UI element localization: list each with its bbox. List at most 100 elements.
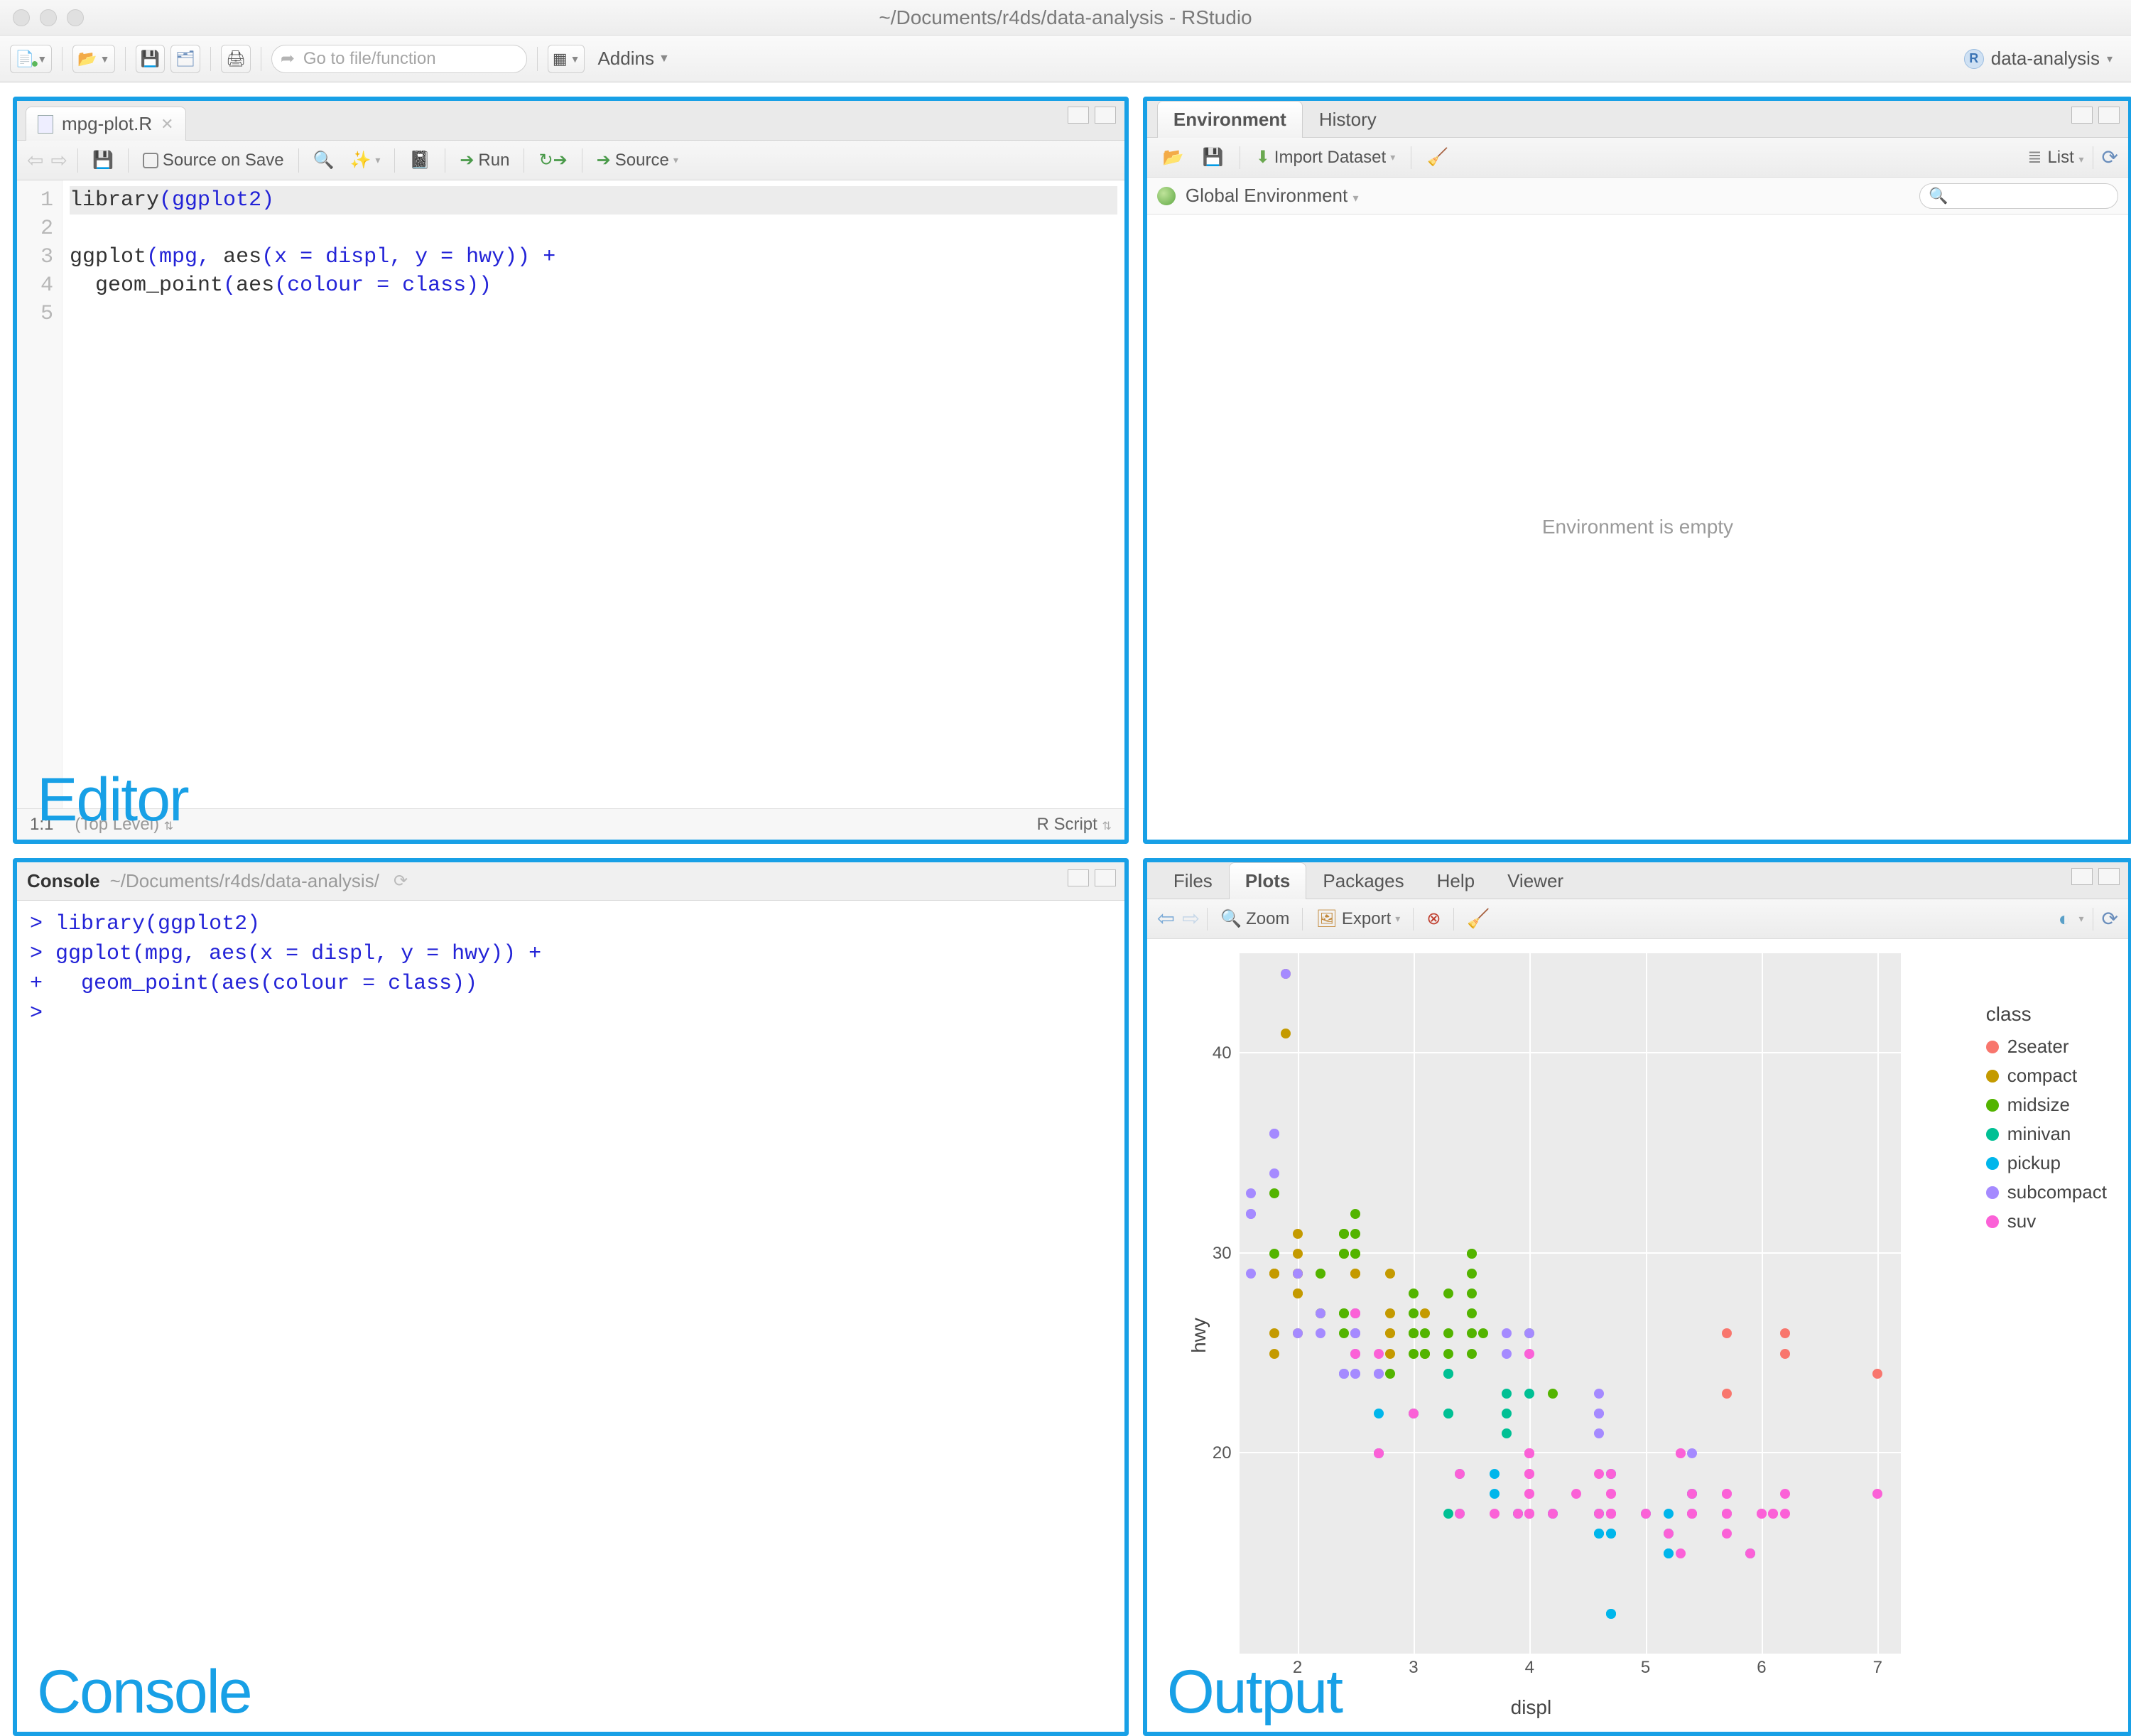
code-content[interactable]: library(ggplot2) ggplot(mpg, aes(x = dis… [63, 180, 1124, 808]
export-button[interactable]: 🖼 Export ▾ [1310, 906, 1406, 932]
tab-packages[interactable]: Packages [1306, 862, 1420, 899]
clear-plots-button[interactable]: 🧹 [1461, 906, 1495, 932]
maximize-pane-icon[interactable] [1095, 869, 1116, 886]
data-point [1350, 1369, 1360, 1379]
tab-help[interactable]: Help [1421, 862, 1491, 899]
compile-report-button[interactable]: 📓 [403, 148, 436, 173]
console-body[interactable]: > library(ggplot2)> ggplot(mpg, aes(x = … [17, 901, 1124, 1732]
console-tab[interactable]: Console [27, 870, 100, 892]
console-path: ~/Documents/r4ds/data-analysis/ [110, 870, 379, 892]
data-point [1467, 1249, 1477, 1259]
save-all-icon: 🗂 [175, 50, 195, 68]
source-on-save-toggle[interactable]: Source on Save [137, 148, 290, 173]
data-point [1722, 1328, 1732, 1338]
plot-canvas [1240, 953, 1901, 1654]
window-title: ~/Documents/r4ds/data-analysis - RStudio [0, 6, 2131, 29]
data-point [1687, 1509, 1697, 1519]
clear-environment-button[interactable]: 🧹 [1421, 145, 1454, 170]
find-button[interactable]: 🔍 [308, 148, 340, 173]
file-type-indicator[interactable]: R Script ⇅ [1036, 815, 1111, 835]
source-button[interactable]: ➔ Source ▾ [591, 148, 684, 173]
close-tab-icon[interactable]: ✕ [161, 115, 173, 134]
env-empty-message: Environment is empty [1147, 215, 2128, 840]
data-point [1641, 1509, 1651, 1519]
save-icon: 💾 [1203, 147, 1224, 168]
data-point [1409, 1328, 1419, 1338]
tab-files[interactable]: Files [1157, 862, 1229, 899]
minimize-pane-icon[interactable] [1068, 107, 1089, 124]
data-point [1374, 1409, 1384, 1418]
rerun-button[interactable]: ↻➔ [533, 148, 573, 173]
data-point [1664, 1509, 1674, 1519]
nav-back-icon[interactable]: ⇦ [26, 148, 45, 172]
x-tick: 7 [1873, 1658, 1882, 1678]
tab-environment[interactable]: Environment [1157, 101, 1303, 138]
maximize-pane-icon[interactable] [2098, 868, 2120, 885]
plot-next-icon[interactable]: ⇨ [1182, 906, 1200, 931]
data-point [1385, 1308, 1395, 1318]
data-point [1455, 1469, 1465, 1479]
save-button[interactable]: 💾 [136, 45, 165, 73]
save-all-button[interactable]: 🗂 [170, 45, 200, 73]
minimize-pane-icon[interactable] [2071, 868, 2093, 885]
data-point [1687, 1448, 1697, 1458]
y-axis-label: hwy [1188, 1318, 1210, 1353]
tab-plots[interactable]: Plots [1229, 862, 1307, 899]
publish-icon[interactable]: ◐ [2059, 908, 2071, 931]
new-file-icon: 📄● [15, 50, 34, 68]
save-workspace-button[interactable]: 💾 [1197, 145, 1230, 170]
scope-select[interactable]: Global Environment ▾ [1186, 185, 1359, 207]
data-point [1513, 1509, 1523, 1519]
env-toolbar: 📂 💾 ⬇ Import Dataset ▾ 🧹 ≣ List ▾ ⟳ [1147, 138, 2128, 178]
console-options-icon[interactable]: ⟳ [394, 871, 408, 891]
console-header: Console ~/Documents/r4ds/data-analysis/ … [17, 862, 1124, 901]
print-button[interactable]: 🖨 [221, 45, 251, 73]
nav-forward-icon[interactable]: ⇨ [49, 148, 68, 172]
minimize-pane-icon[interactable] [1068, 869, 1089, 886]
remove-plot-button[interactable]: ⊗ [1421, 906, 1446, 932]
data-point [1722, 1529, 1732, 1539]
legend-item: minivan [1986, 1123, 2107, 1145]
zoom-button[interactable]: 🔍 Zoom [1215, 906, 1295, 932]
addins-menu[interactable]: Addins ▼ [590, 48, 676, 70]
data-point [1293, 1249, 1303, 1259]
project-menu[interactable]: R data-analysis ▾ [1956, 48, 2121, 70]
save-file-button[interactable]: 💾 [87, 148, 119, 173]
data-point [1467, 1308, 1477, 1318]
rerun-icon: ↻➔ [538, 150, 567, 170]
legend-swatch-icon [1986, 1070, 1999, 1083]
grid-icon: ▦ [553, 50, 568, 68]
tab-viewer[interactable]: Viewer [1491, 862, 1580, 899]
data-point [1374, 1369, 1384, 1379]
maximize-pane-icon[interactable] [1095, 107, 1116, 124]
data-point [1293, 1328, 1303, 1338]
load-workspace-button[interactable]: 📂 [1157, 145, 1190, 170]
plot-toolbar: ⇦ ⇨ 🔍 Zoom 🖼 Export ▾ ⊗ 🧹 ◐▾ ⟳ [1147, 899, 2128, 939]
data-point [1269, 1328, 1279, 1338]
maximize-pane-icon[interactable] [2098, 107, 2120, 124]
plot-prev-icon[interactable]: ⇦ [1157, 906, 1175, 931]
data-point [1246, 1188, 1256, 1198]
workspace-layout-button[interactable]: ▦▼ [548, 45, 585, 73]
open-project-button[interactable]: 📂▼ [72, 45, 114, 73]
data-point [1269, 1269, 1279, 1279]
data-point [1490, 1469, 1500, 1479]
plot-legend: class 2seatercompactmidsizeminivanpickup… [1986, 1003, 2107, 1239]
new-file-button[interactable]: 📄● ▼ [10, 45, 52, 73]
data-point [1768, 1509, 1778, 1519]
goto-file-input[interactable]: ➦ Go to file/function [271, 45, 527, 73]
refresh-icon[interactable]: ⟳ [2102, 907, 2118, 931]
data-point [1316, 1328, 1325, 1338]
code-editor[interactable]: 12345 library(ggplot2) ggplot(mpg, aes(x… [17, 180, 1124, 808]
tab-history[interactable]: History [1303, 101, 1393, 138]
file-tab[interactable]: mpg-plot.R ✕ [26, 107, 186, 141]
import-dataset-button[interactable]: ⬇ Import Dataset ▾ [1250, 145, 1401, 170]
refresh-icon[interactable]: ⟳ [2102, 146, 2118, 169]
notebook-icon: 📓 [409, 150, 430, 170]
wand-button[interactable]: ✨▾ [345, 148, 386, 173]
env-search-input[interactable]: 🔍 [1919, 183, 2118, 209]
minimize-pane-icon[interactable] [2071, 107, 2093, 124]
run-button[interactable]: ➔ Run [454, 148, 515, 173]
data-point [1524, 1469, 1534, 1479]
view-mode-select[interactable]: List ▾ [2047, 148, 2083, 168]
